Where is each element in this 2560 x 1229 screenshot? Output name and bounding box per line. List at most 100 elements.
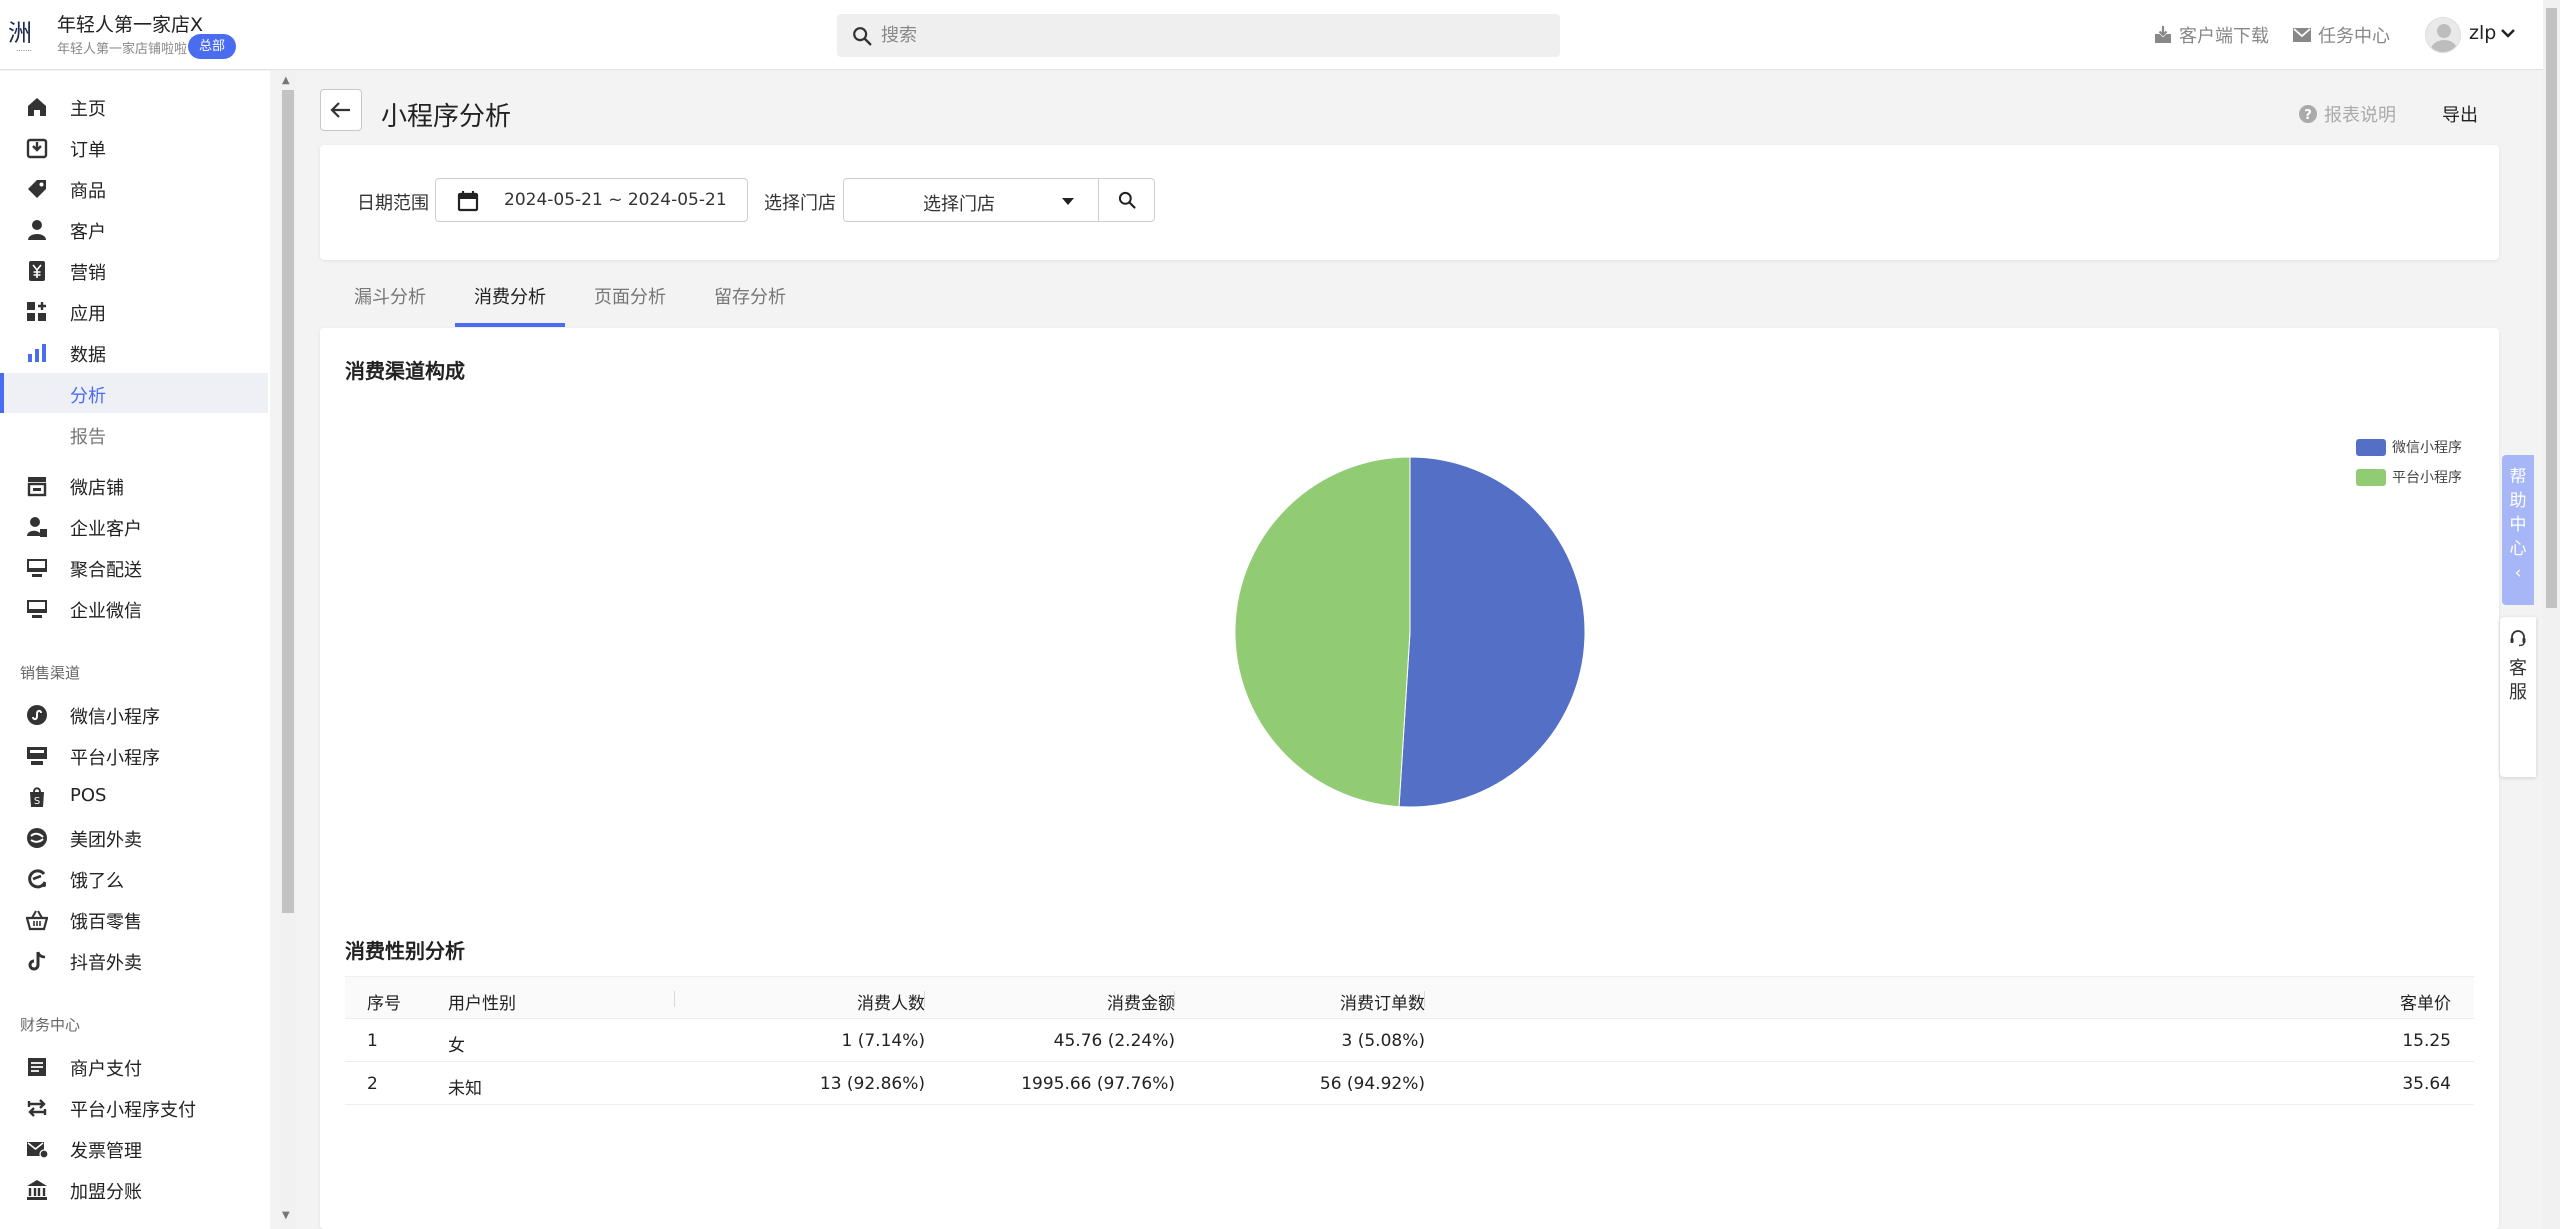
user-menu[interactable]: zlp bbox=[2469, 22, 2516, 44]
sidebar-item-reports[interactable]: 报告 bbox=[0, 414, 268, 454]
sidebar-item-ebai[interactable]: 饿百零售 bbox=[0, 899, 268, 939]
download-icon bbox=[2155, 26, 2171, 43]
column-header: 消费人数 bbox=[857, 994, 925, 1014]
customer-service-tab[interactable]: 客服 bbox=[2500, 617, 2536, 777]
sidebar-item-wecom[interactable]: 企业微信 bbox=[0, 588, 268, 628]
eleme-icon bbox=[28, 869, 47, 889]
sidebar-item-analysis[interactable]: 分析 bbox=[0, 373, 268, 413]
sidebar-item-label: 平台小程序支付 bbox=[70, 1100, 196, 1121]
legend-item[interactable]: 微信小程序 bbox=[2356, 437, 2462, 457]
sidebar-item-enterprise-customers[interactable]: 企业客户 bbox=[0, 506, 268, 546]
table-row[interactable]: 2 未知 13 (92.86%) 1995.66 (97.76%) 56 (94… bbox=[345, 1062, 2474, 1105]
sidebar-item-label: 平台小程序 bbox=[70, 748, 160, 769]
sidebar-item-eleme[interactable]: 饿了么 bbox=[0, 858, 268, 898]
store-select-value: 选择门店 bbox=[923, 194, 995, 215]
sidebar-item-label: 企业微信 bbox=[70, 601, 142, 622]
back-button[interactable] bbox=[320, 89, 362, 131]
sidebar-item-apps[interactable]: 应用 bbox=[0, 291, 268, 331]
help-center-tab[interactable]: 帮助中心 ‹ bbox=[2502, 455, 2534, 605]
tab-funnel-analysis[interactable]: 漏斗分析 bbox=[354, 283, 426, 309]
store-search-button[interactable] bbox=[1098, 178, 1155, 222]
sidebar-item-products[interactable]: 商品 bbox=[0, 168, 268, 208]
shop-name[interactable]: 年轻人第一家店X bbox=[57, 10, 203, 37]
legend-item[interactable]: 平台小程序 bbox=[2356, 467, 2462, 487]
store-select[interactable]: 选择门店 bbox=[843, 178, 1099, 222]
sidebar-item-label: 应用 bbox=[70, 304, 106, 325]
sidebar-item-label: 饿百零售 bbox=[70, 912, 142, 933]
sidebar-item-data[interactable]: 数据 bbox=[0, 332, 268, 372]
section-sales-channels: 销售渠道 bbox=[20, 664, 81, 682]
sidebar-item-franchise-split[interactable]: 加盟分账 bbox=[0, 1169, 268, 1209]
sidebar-item-douyin[interactable]: 抖音外卖 bbox=[0, 940, 268, 980]
chevron-left-icon: ‹ bbox=[2514, 563, 2522, 583]
sidebar-item-home[interactable]: 主页 bbox=[0, 86, 268, 126]
table-header-row: 序号 用户性别 消费人数 消费金额 消费订单数 客单价 bbox=[345, 976, 2474, 1019]
table-row[interactable]: 1 女 1 (7.14%) 45.76 (2.24%) 3 (5.08%) 15… bbox=[345, 1019, 2474, 1062]
sidebar-item-micro-store[interactable]: 微店铺 bbox=[0, 465, 268, 505]
sidebar-scrollbar-thumb[interactable] bbox=[282, 90, 294, 913]
legend-swatch bbox=[2356, 438, 2386, 456]
date-range-value: 2024-05-21 ~ 2024-05-21 bbox=[504, 190, 727, 210]
sidebar-item-label: 聚合配送 bbox=[70, 560, 142, 581]
sidebar-item-merchant-pay[interactable]: 商户支付 bbox=[0, 1046, 268, 1086]
scroll-up-icon[interactable]: ▲ bbox=[282, 75, 290, 86]
legend-label: 微信小程序 bbox=[2392, 440, 2462, 456]
column-separator bbox=[1174, 991, 1175, 1007]
sidebar-item-meituan[interactable]: 美团外卖 bbox=[0, 817, 268, 857]
cell-amount: 45.76 (2.24%) bbox=[1053, 1031, 1175, 1051]
yen-icon bbox=[29, 261, 45, 281]
sidebar-item-orders[interactable]: 订单 bbox=[0, 127, 268, 167]
user-avatar[interactable] bbox=[2425, 17, 2461, 53]
date-range-picker[interactable]: 2024-05-21 ~ 2024-05-21 bbox=[435, 178, 748, 222]
column-separator bbox=[674, 991, 675, 1007]
page-scrollbar-thumb[interactable] bbox=[2546, 8, 2557, 608]
consumption-channel-pie-chart bbox=[1234, 456, 1586, 808]
export-button[interactable]: 导出 bbox=[2442, 101, 2478, 127]
sidebar-item-marketing[interactable]: 营销 bbox=[0, 250, 268, 290]
sidebar-item-pos[interactable]: S POS bbox=[0, 776, 268, 816]
sidebar-item-customers[interactable]: 客户 bbox=[0, 209, 268, 249]
global-search[interactable] bbox=[837, 14, 1560, 57]
document-icon bbox=[28, 1058, 46, 1076]
tab-consumption-analysis[interactable]: 消费分析 bbox=[474, 283, 546, 309]
client-download-label: 客户端下载 bbox=[2179, 26, 2269, 47]
sidebar-item-label: 美团外卖 bbox=[70, 830, 142, 851]
sidebar-item-delivery[interactable]: 聚合配送 bbox=[0, 547, 268, 587]
sidebar-item-platform-mini[interactable]: 平台小程序 bbox=[0, 735, 268, 775]
tab-retention-analysis[interactable]: 留存分析 bbox=[714, 283, 786, 309]
person-icon bbox=[28, 220, 46, 240]
sidebar-item-wechat-mini[interactable]: 微信小程序 bbox=[0, 694, 268, 734]
scroll-down-icon[interactable]: ▼ bbox=[282, 1210, 290, 1221]
bank-icon bbox=[27, 1180, 47, 1200]
pie-section-title: 消费渠道构成 bbox=[345, 359, 465, 383]
column-header: 消费金额 bbox=[1107, 994, 1175, 1014]
report-description-link[interactable]: ? 报表说明 bbox=[2298, 101, 2396, 127]
sidebar-item-platform-pay[interactable]: 平台小程序支付 bbox=[0, 1087, 268, 1127]
sidebar-item-label: 企业客户 bbox=[70, 519, 142, 540]
help-circle-icon: ? bbox=[2299, 105, 2317, 123]
sidebar-item-invoice[interactable]: 发票管理 bbox=[0, 1128, 268, 1168]
client-download-link[interactable]: 客户端下载 bbox=[2153, 22, 2269, 48]
home-icon bbox=[28, 98, 46, 116]
cell-index: 2 bbox=[367, 1074, 378, 1094]
cell-consumers: 13 (92.86%) bbox=[819, 1074, 925, 1094]
sidebar-item-label: 商品 bbox=[70, 181, 106, 202]
brand-logo[interactable]: 洲 ······· bbox=[8, 18, 40, 55]
basket-icon bbox=[26, 910, 48, 931]
sidebar-item-label: 加盟分账 bbox=[70, 1182, 142, 1203]
tab-page-analysis[interactable]: 页面分析 bbox=[594, 283, 666, 309]
pie-slice[interactable] bbox=[1234, 456, 1411, 808]
column-separator bbox=[924, 991, 925, 1007]
user-name: zlp bbox=[2469, 22, 2497, 44]
sidebar-item-label: 报告 bbox=[70, 427, 106, 448]
report-description-label: 报表说明 bbox=[2324, 105, 2396, 126]
sidebar-item-label: 营销 bbox=[70, 263, 106, 284]
calendar-icon bbox=[457, 191, 479, 212]
search-icon bbox=[853, 27, 872, 46]
apps-icon bbox=[27, 302, 46, 321]
task-center-link[interactable]: 任务中心 bbox=[2292, 22, 2390, 48]
pie-slice[interactable] bbox=[1398, 456, 1586, 808]
legend-label: 平台小程序 bbox=[2392, 470, 2462, 486]
enterprise-user-icon bbox=[27, 517, 47, 537]
search-input[interactable] bbox=[881, 14, 1541, 57]
